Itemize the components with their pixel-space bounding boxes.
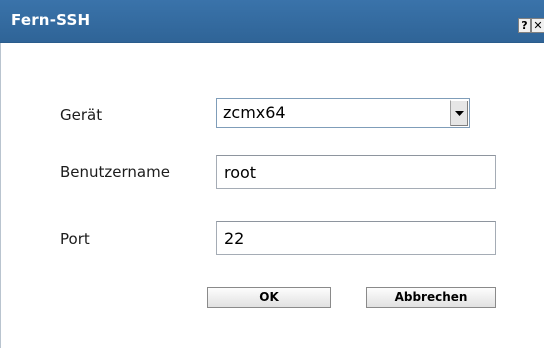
chevron-down-icon (455, 111, 464, 116)
title-bar[interactable]: Fern-SSH ? ✕ (0, 0, 544, 43)
username-label: Benutzername (60, 163, 170, 181)
dialog-title: Fern-SSH (11, 11, 91, 29)
device-select-value: zcmx64 (223, 103, 286, 122)
close-button[interactable]: ✕ (531, 18, 544, 33)
help-button[interactable]: ? (518, 18, 531, 33)
close-icon: ✕ (533, 19, 543, 32)
ok-button[interactable]: OK (207, 287, 331, 308)
dialog-border (0, 43, 1, 348)
port-label: Port (60, 230, 90, 248)
device-label: Gerät (60, 106, 103, 124)
username-input[interactable] (216, 155, 496, 189)
ssh-dialog: Fern-SSH ? ✕ Gerät zcmx64 Benutzername P… (0, 0, 544, 348)
port-input[interactable] (216, 221, 496, 255)
dropdown-arrow-button[interactable] (450, 100, 468, 126)
device-select[interactable]: zcmx64 (216, 98, 470, 128)
help-icon: ? (521, 19, 528, 32)
cancel-button[interactable]: Abbrechen (366, 287, 496, 308)
